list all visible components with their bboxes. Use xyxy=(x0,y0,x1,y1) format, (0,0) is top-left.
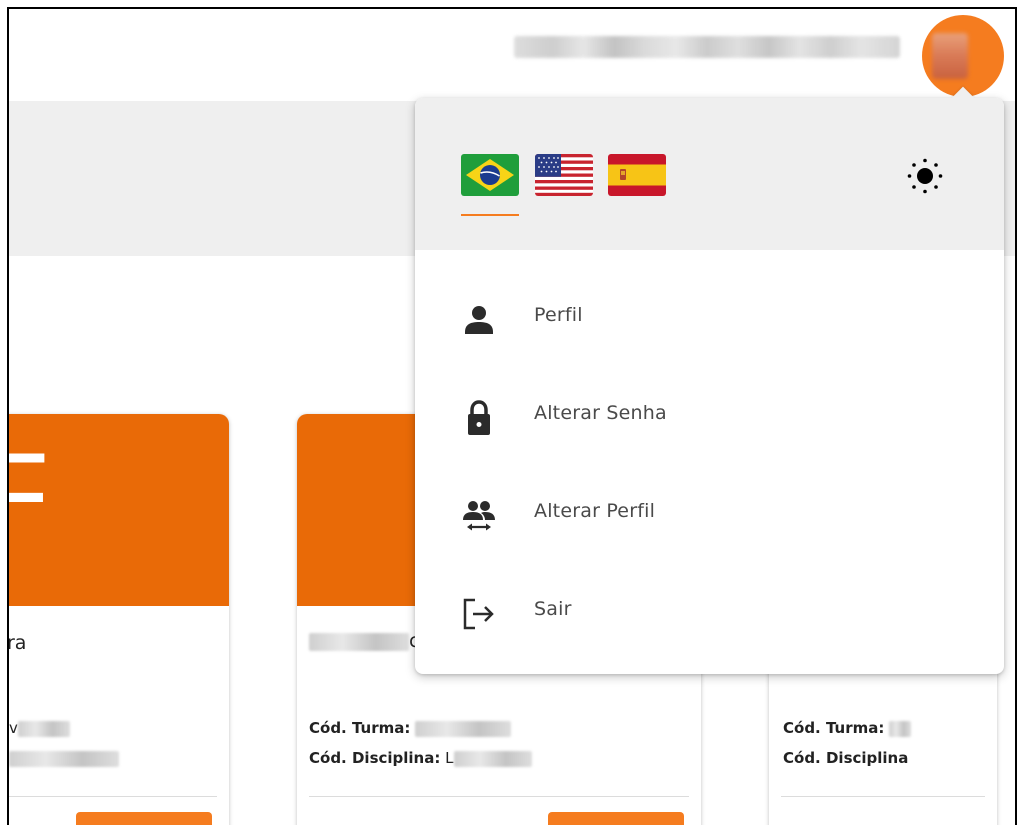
course-discipline-line: Cód. Disciplina xyxy=(783,749,909,767)
menu-item-profile[interactable]: Perfil xyxy=(415,274,1004,370)
card-divider xyxy=(309,796,689,797)
course-discipline-line xyxy=(9,749,119,767)
menu-item-label: Sair xyxy=(534,598,572,620)
user-name xyxy=(514,36,900,58)
course-turma-line: Cód. Turma: xyxy=(783,719,912,737)
brazil-flag-icon[interactable] xyxy=(461,154,519,196)
spain-flag-icon[interactable] xyxy=(608,154,666,196)
logout-icon xyxy=(459,594,499,634)
course-title: ra xyxy=(7,632,27,654)
course-turma-line: Cód. Turma: xyxy=(309,719,512,737)
menu-item-label: Perfil xyxy=(534,304,583,326)
user-avatar-button[interactable] xyxy=(922,15,1004,97)
menu-item-label: Alterar Perfil xyxy=(534,500,656,522)
menu-item-logout[interactable]: Sair xyxy=(415,568,1004,664)
course-card-1[interactable]: F ra v xyxy=(7,414,229,825)
app-frame: F ra v c Cód. Turma: Cód. Disciplina: L … xyxy=(7,7,1017,825)
card-divider xyxy=(781,796,985,797)
card-divider xyxy=(9,796,217,797)
switch-account-icon xyxy=(459,496,499,536)
menu-item-switch-profile[interactable]: Alterar Perfil xyxy=(415,470,1004,566)
selected-language-indicator xyxy=(461,214,519,216)
menu-item-label: Alterar Senha xyxy=(534,402,667,424)
lock-icon xyxy=(459,398,499,438)
usa-flag-icon[interactable] xyxy=(535,154,593,196)
course-code-line: v xyxy=(9,719,70,737)
sun-icon[interactable] xyxy=(905,156,945,196)
course-title: c xyxy=(309,630,419,652)
course-discipline-line: Cód. Disciplina: L xyxy=(309,749,532,767)
user-dropdown-menu: Perfil Alterar Senha Alterar Perfil Sair xyxy=(415,86,1004,674)
card-action-button[interactable] xyxy=(76,812,212,825)
course-initial: F xyxy=(9,436,49,554)
top-bar xyxy=(9,9,1015,101)
person-icon xyxy=(459,300,499,340)
menu-item-change-password[interactable]: Alterar Senha xyxy=(415,372,1004,468)
avatar-image xyxy=(932,33,968,79)
card-action-button[interactable] xyxy=(548,812,684,825)
course-card-header: F xyxy=(9,414,229,606)
